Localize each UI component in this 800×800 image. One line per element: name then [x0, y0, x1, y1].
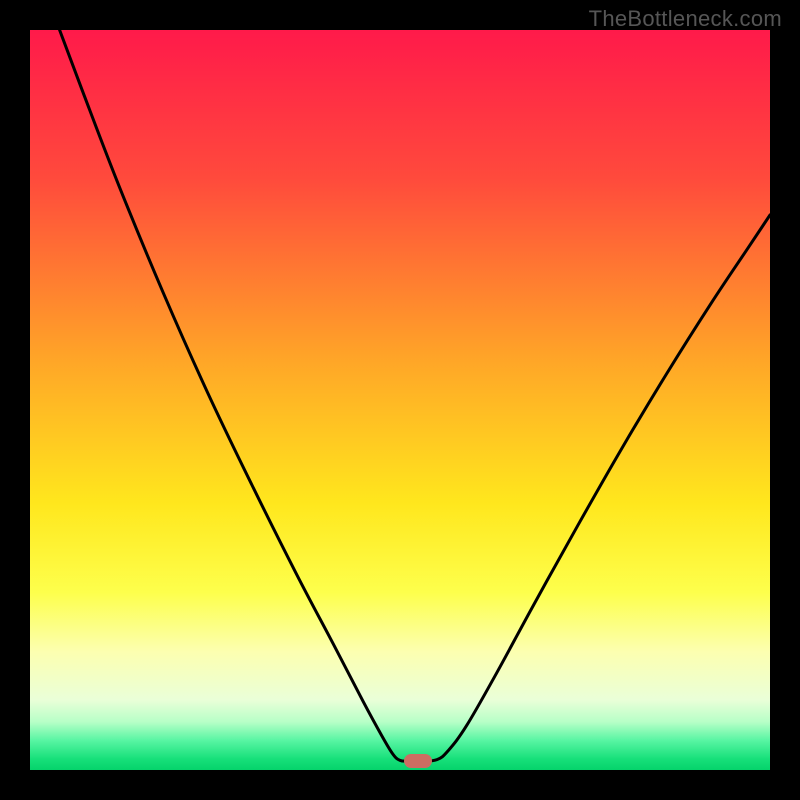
minimum-marker	[404, 754, 432, 768]
watermark-text: TheBottleneck.com	[589, 6, 782, 32]
plot-area	[30, 30, 770, 770]
bottleneck-curve	[30, 30, 770, 770]
chart-frame: TheBottleneck.com	[0, 0, 800, 800]
